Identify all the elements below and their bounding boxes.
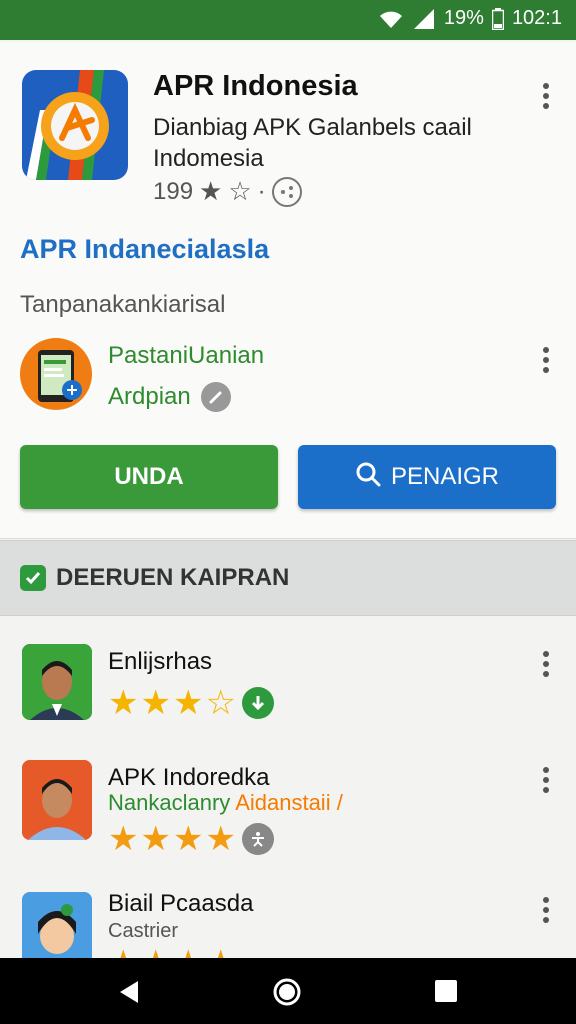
subtitle-part-a: Nankaclanry	[108, 790, 231, 815]
app-header-card: APR Indonesia Dianbiag APK Galanbels caa…	[0, 42, 576, 539]
subtitle-part-b: Aidanstaii /	[235, 790, 343, 815]
rating-count: 199	[153, 177, 194, 205]
star-icon: ★	[172, 820, 204, 858]
app-title: APR Indonesia	[153, 70, 358, 102]
search-button-label: PENAIGR	[390, 463, 500, 490]
battery-icon	[491, 7, 504, 30]
avatar	[22, 892, 92, 958]
battery-level: 19%	[443, 7, 484, 29]
more-vert-icon[interactable]	[536, 644, 556, 684]
star-icon: ★	[108, 946, 138, 958]
star-icon: ★	[205, 946, 235, 958]
star-icon: ★	[205, 820, 236, 858]
app-rating-row: 199 ★ ☆ ·	[153, 176, 302, 207]
star-icon: ★	[173, 946, 203, 958]
developer-link[interactable]: APR Indanecialasla	[20, 234, 269, 265]
search-button[interactable]: PENAIGR	[298, 445, 556, 509]
wifi-icon	[378, 9, 404, 29]
star-icon: ★	[140, 820, 171, 858]
star-rating: ★ ★ ★ ★	[108, 822, 274, 856]
more-vert-icon[interactable]	[536, 760, 556, 800]
install-button[interactable]: UNDA	[20, 445, 278, 509]
list-item[interactable]: APK Indoredka Nankaclanry Aidanstaii / ★…	[0, 760, 576, 880]
star-outline-icon: ☆	[205, 684, 236, 722]
section-header: DEERUEN KAIPRAN	[0, 540, 576, 616]
list-item-title: Enlijsrhas	[108, 648, 213, 675]
list-item-title: Biail Pcaasda	[108, 890, 254, 917]
list-item[interactable]: Enlijsrhas ★ ★ ★ ☆	[0, 644, 576, 764]
status-indicators: 19% 102:1	[378, 7, 562, 30]
clock: 102:1	[511, 7, 562, 29]
star-icon: ★	[140, 946, 170, 958]
back-icon[interactable]	[116, 978, 144, 1011]
list-item[interactable]: Biail Pcaasda Castrier ★ ★ ★ ★	[0, 890, 576, 958]
promo-title[interactable]: PastaniUanian	[108, 342, 264, 370]
status-bar: 19% 102:1	[0, 0, 576, 40]
download-icon[interactable]	[241, 687, 274, 719]
checkbox-icon	[20, 565, 46, 591]
install-button-label: UNDA	[114, 463, 184, 490]
star-rating: ★ ★ ★ ★	[108, 946, 236, 958]
list-item-title: APK Indoredka	[108, 764, 270, 791]
star-icon: ★	[172, 684, 204, 722]
edit-icon[interactable]	[200, 382, 231, 412]
recents-icon[interactable]	[434, 979, 458, 1008]
promo-more-vert-icon[interactable]	[536, 340, 556, 380]
star-icon: ★	[199, 176, 223, 206]
star-icon: ★	[108, 684, 139, 722]
navigation-bar	[0, 958, 576, 1024]
home-icon[interactable]	[272, 977, 302, 1012]
app-category: Tanpanakankiarisal	[20, 291, 226, 318]
search-icon	[355, 461, 381, 494]
signal-icon	[412, 8, 436, 30]
app-logo-icon	[22, 70, 128, 180]
app-subtitle: Dianbiag APK Galanbels caail Indomesia	[153, 114, 472, 172]
promo-subtitle[interactable]: Ardpian	[108, 382, 231, 412]
promo-subtitle-text: Ardpian	[108, 383, 191, 410]
avatar	[22, 644, 92, 720]
accessibility-icon[interactable]	[241, 823, 274, 855]
share-icon[interactable]	[271, 176, 302, 207]
star-outline-icon: ☆	[228, 176, 252, 206]
phone-app-icon	[20, 338, 92, 410]
more-vert-icon[interactable]	[536, 890, 556, 930]
list-item-subtitle: Castrier	[108, 920, 179, 942]
list-item-subtitle: Nankaclanry Aidanstaii /	[108, 790, 343, 816]
star-icon: ★	[140, 684, 171, 722]
section-title: DEERUEN KAIPRAN	[56, 564, 290, 591]
star-icon: ★	[108, 820, 139, 858]
more-vert-icon[interactable]	[536, 76, 556, 116]
dot-icon: ·	[257, 177, 266, 205]
avatar	[22, 760, 92, 840]
star-rating: ★ ★ ★ ☆	[108, 686, 274, 720]
